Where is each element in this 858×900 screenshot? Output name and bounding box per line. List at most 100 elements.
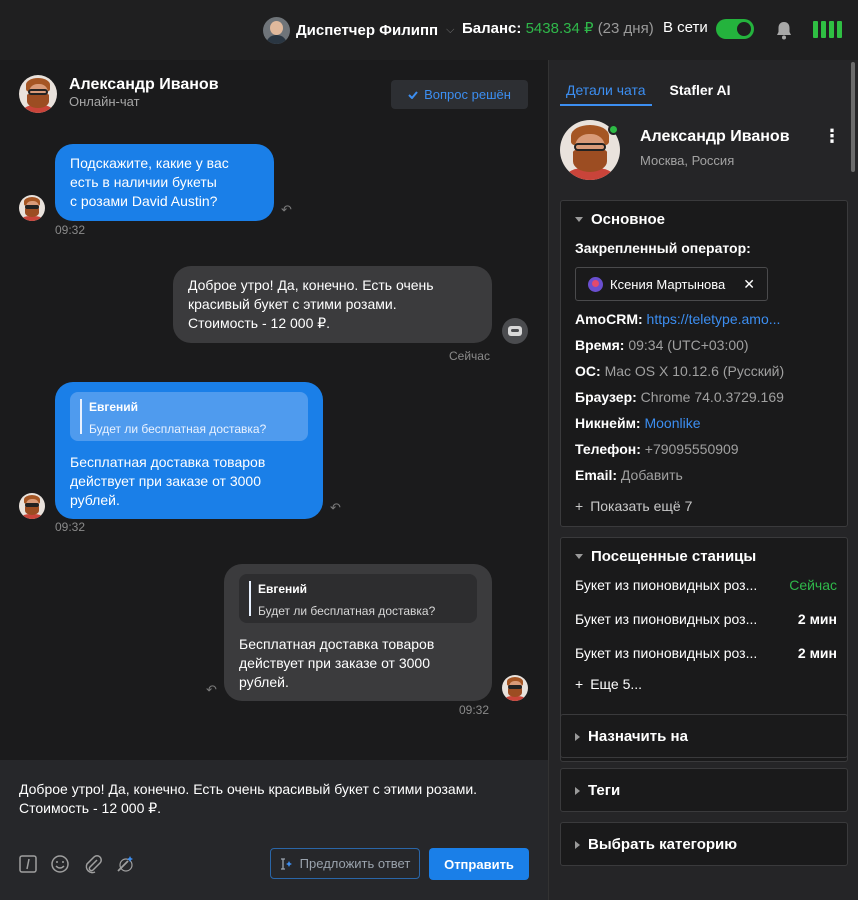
message-line: Бесплатная доставка товаров: [70, 454, 266, 470]
visited-page-title: Букет из пионовидных роз...: [575, 611, 758, 627]
suggest-reply-button[interactable]: Предложить ответ: [270, 848, 420, 879]
balance-days: (23 дня): [597, 20, 654, 37]
message-avatar: [19, 195, 45, 221]
bot-icon: [502, 318, 528, 344]
reply-icon[interactable]: ↶: [206, 682, 220, 697]
section-main-header[interactable]: Основное: [575, 211, 665, 228]
field-value: Mac OS X 10.12.6 (Русский): [604, 363, 785, 379]
message-input-line: Стоимость - 12 000 ₽.: [19, 800, 162, 816]
command-icon[interactable]: [18, 854, 38, 874]
send-button[interactable]: Отправить: [429, 848, 529, 880]
nickname-link[interactable]: Moonlike: [644, 415, 700, 431]
visited-page-time: 2 мин: [797, 611, 837, 627]
field-label: ОС:: [575, 363, 601, 379]
more-pages-label: Еще 5...: [590, 676, 643, 692]
contact-name: Александр Иванов: [69, 76, 219, 93]
section-tags[interactable]: Теги: [560, 768, 848, 812]
message-composer[interactable]: Доброе утро! Да, конечно. Есть очень кра…: [0, 760, 548, 900]
quoted-message[interactable]: Евгений Будет ли бесплатная доставка?: [239, 574, 477, 623]
suggest-reply-label: Предложить ответ: [299, 856, 411, 871]
quote-author: Евгений: [258, 582, 308, 596]
resolved-button[interactable]: Вопрос решён: [391, 80, 528, 109]
chat-area: Александр Иванов Онлайн-чат Вопрос решён…: [0, 60, 548, 760]
field-value: Chrome 74.0.3729.169: [640, 389, 784, 405]
more-options-icon[interactable]: ⋮: [823, 126, 841, 146]
check-icon: [408, 90, 418, 99]
message-line: Стоимость - 12 000 ₽.: [188, 315, 331, 331]
quoted-message[interactable]: Евгений Будет ли бесплатная доставка?: [70, 392, 308, 441]
section-visited-pages-header[interactable]: Посещенные станицы: [575, 548, 756, 565]
magic-wand-icon[interactable]: [115, 854, 135, 874]
visited-page-item[interactable]: Букет из пионовидных роз... Сейчас: [575, 577, 837, 593]
operator-menu[interactable]: Диспетчер Филипп ⌵: [263, 16, 454, 44]
field-label: Время:: [575, 337, 625, 353]
assigned-operator-label: Закрепленный оператор:: [575, 240, 751, 256]
balance-amount: 5438.34 ₽: [525, 20, 594, 37]
visited-page-time: 2 мин: [797, 645, 837, 661]
field-label: Email:: [575, 467, 618, 483]
bell-icon[interactable]: [775, 20, 793, 40]
plus-icon: +: [575, 498, 584, 514]
top-bar: Диспетчер Филипп ⌵ Баланс: 5438.34 ₽ (23…: [0, 0, 858, 60]
quote-author: Евгений: [89, 400, 139, 414]
chevron-down-icon: ⌵: [446, 23, 455, 36]
section-main: Основное Закрепленный оператор: Ксения М…: [560, 200, 848, 527]
show-more-label: Показать ещё 7: [590, 498, 693, 514]
section-header: Теги: [575, 782, 620, 799]
amocrm-link[interactable]: https://teletype.amo...: [647, 311, 781, 327]
expand-icon: [575, 840, 580, 849]
message-bubble: Доброе утро! Да, конечно. Есть очень кра…: [173, 266, 492, 343]
message-line: красивый букет с этими розами.: [188, 296, 397, 312]
visited-page-title: Букет из пионовидных роз...: [575, 645, 758, 661]
operator-mini-avatar: [588, 276, 603, 292]
add-email-link[interactable]: Добавить: [621, 467, 683, 483]
visited-page-title: Букет из пионовидных роз...: [575, 577, 758, 593]
assigned-operator-chip[interactable]: Ксения Мартынова ✕: [575, 267, 768, 301]
section-header: Назначить на: [575, 728, 688, 745]
visited-page-item[interactable]: Букет из пионовидных роз... 2 мин: [575, 645, 837, 661]
visited-page-item[interactable]: Букет из пионовидных роз... 2 мин: [575, 611, 837, 627]
message-line: Подскажите, какие у вас: [70, 155, 229, 171]
section-category-title: Выбрать категорию: [588, 836, 738, 853]
field-label: Телефон:: [575, 441, 641, 457]
balance-label: Баланс:: [462, 20, 522, 37]
online-toggle[interactable]: [716, 19, 754, 39]
field-amocrm: AmoCRM: https://teletype.amo...: [575, 311, 780, 327]
tab-stafler-ai[interactable]: Stafler AI: [670, 82, 731, 106]
section-assign-to[interactable]: Назначить на: [560, 714, 848, 758]
tab-chat-details[interactable]: Детали чата: [560, 82, 652, 106]
field-label: AmoCRM:: [575, 311, 643, 327]
reply-icon[interactable]: ↶: [330, 500, 344, 515]
message-time: Сейчас: [449, 349, 490, 363]
section-main-title: Основное: [591, 211, 666, 228]
panel-scrollbar[interactable]: [851, 62, 855, 172]
field-browser: Браузер: Chrome 74.0.3729.169: [575, 389, 784, 405]
show-more-button[interactable]: + Показать ещё 7: [575, 498, 692, 514]
quote-text: Будет ли бесплатная доставка?: [89, 422, 267, 436]
field-nickname: Никнейм: Moonlike: [575, 415, 701, 431]
close-icon[interactable]: ✕: [743, 276, 755, 293]
expand-icon: [575, 732, 580, 741]
message-input[interactable]: Доброе утро! Да, конечно. Есть очень кра…: [19, 780, 519, 818]
contact-avatar: [19, 75, 57, 113]
message-line: рублей.: [70, 492, 120, 508]
section-visited-pages-title: Посещенные станицы: [591, 548, 757, 565]
field-phone: Телефон: +79095550909: [575, 441, 739, 457]
more-pages-button[interactable]: + Еще 5...: [575, 676, 642, 692]
attachment-icon[interactable]: [83, 854, 103, 874]
connection-signal-icon: [813, 21, 842, 38]
message-line: рублей.: [239, 674, 289, 690]
section-category[interactable]: Выбрать категорию: [560, 822, 848, 866]
online-status-dot: [608, 124, 619, 135]
visited-page-time: Сейчас: [789, 577, 837, 593]
reply-icon[interactable]: ↶: [281, 202, 295, 217]
panel-tabs: Детали чата Stafler AI: [560, 82, 731, 106]
message-time: 09:32: [459, 703, 490, 717]
chat-channel: Онлайн-чат: [69, 94, 140, 109]
message-line: Бесплатная доставка товаров: [239, 636, 435, 652]
chat-header: Александр Иванов Онлайн-чат Вопрос решён: [0, 60, 548, 130]
ai-cursor-icon: [280, 857, 292, 870]
balance: Баланс: 5438.34 ₽ (23 дня): [462, 19, 654, 37]
message-line: действует при заказе от 3000: [70, 473, 261, 489]
emoji-icon[interactable]: [50, 854, 70, 874]
